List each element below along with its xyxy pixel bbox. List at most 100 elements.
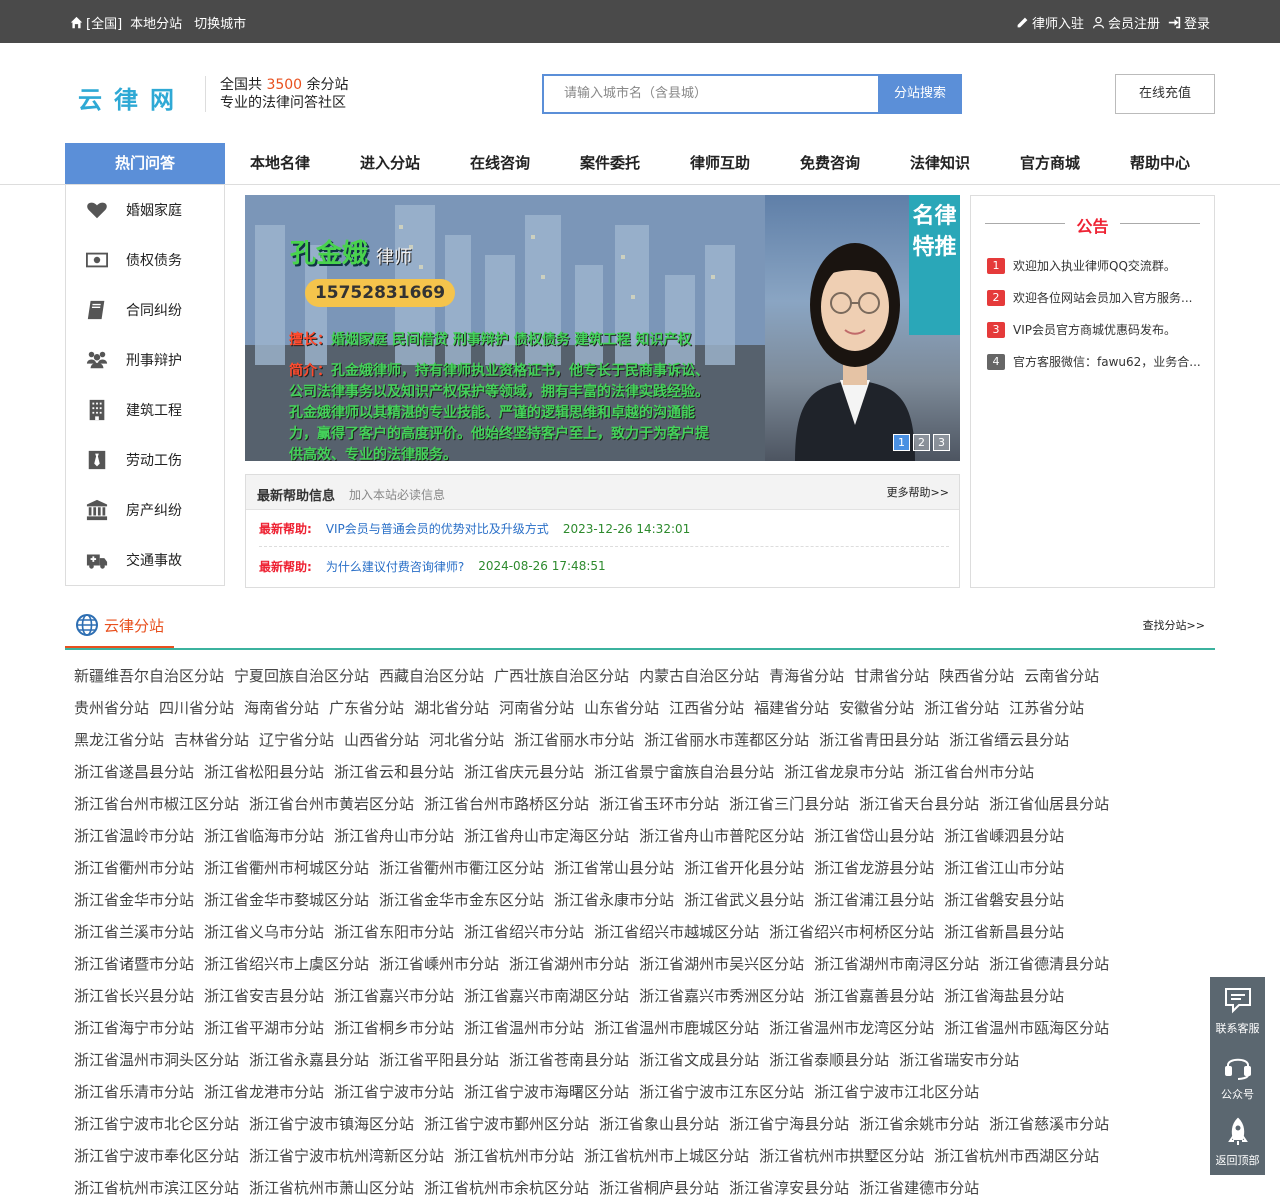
station-link[interactable]: 浙江省海宁市分站 bbox=[74, 1012, 194, 1044]
station-link[interactable]: 海南省分站 bbox=[244, 692, 319, 724]
station-link[interactable]: 浙江省金华市分站 bbox=[74, 884, 194, 916]
station-link[interactable]: 浙江省杭州市上城区分站 bbox=[584, 1140, 749, 1172]
station-link[interactable]: 浙江省杭州市西湖区分站 bbox=[934, 1140, 1099, 1172]
station-link[interactable]: 浙江省桐庐县分站 bbox=[599, 1172, 719, 1195]
station-link[interactable]: 浙江省绍兴市分站 bbox=[464, 916, 584, 948]
station-link[interactable]: 浙江省宁波市杭州湾新区分站 bbox=[249, 1140, 444, 1172]
category-traffic[interactable]: 交通事故 bbox=[66, 535, 224, 585]
station-link[interactable]: 广东省分站 bbox=[329, 692, 404, 724]
register-link[interactable]: 会员注册 bbox=[1092, 13, 1160, 32]
station-link[interactable]: 浙江省常山县分站 bbox=[554, 852, 674, 884]
station-link[interactable]: 浙江省杭州市拱墅区分站 bbox=[759, 1140, 924, 1172]
station-link[interactable]: 浙江省长兴县分站 bbox=[74, 980, 194, 1012]
back-to-top-button[interactable]: 返回顶部 bbox=[1210, 1109, 1265, 1175]
carousel-dot[interactable]: 3 bbox=[933, 434, 950, 451]
station-link[interactable]: 浙江省平阳县分站 bbox=[379, 1044, 499, 1076]
station-link[interactable]: 安徽省分站 bbox=[839, 692, 914, 724]
nav-item[interactable]: 本地名律 bbox=[225, 143, 335, 184]
station-link[interactable]: 山东省分站 bbox=[584, 692, 659, 724]
station-link[interactable]: 浙江省嘉兴市秀洲区分站 bbox=[639, 980, 804, 1012]
station-link[interactable]: 陕西省分站 bbox=[939, 660, 1014, 692]
station-link[interactable]: 浙江省丽水市莲都区分站 bbox=[644, 724, 809, 756]
station-link[interactable]: 浙江省象山县分站 bbox=[599, 1108, 719, 1140]
station-link[interactable]: 贵州省分站 bbox=[74, 692, 149, 724]
station-search-button[interactable]: 分站搜索 bbox=[878, 74, 962, 114]
station-link[interactable]: 浙江省浦江县分站 bbox=[814, 884, 934, 916]
nav-item[interactable]: 法律知识 bbox=[885, 143, 995, 184]
local-station-link[interactable]: 本地分站 bbox=[130, 13, 182, 32]
station-link[interactable]: 云南省分站 bbox=[1024, 660, 1099, 692]
station-link[interactable]: 浙江省嵊泗县分站 bbox=[944, 820, 1064, 852]
station-link[interactable]: 浙江省台州市路桥区分站 bbox=[424, 788, 589, 820]
station-link[interactable]: 浙江省文成县分站 bbox=[639, 1044, 759, 1076]
station-link[interactable]: 浙江省苍南县分站 bbox=[509, 1044, 629, 1076]
carousel-dot[interactable]: 1 bbox=[893, 434, 910, 451]
stations-tab[interactable]: 云律分站 bbox=[65, 604, 175, 648]
category-contract[interactable]: 合同纠纷 bbox=[66, 285, 224, 335]
station-link[interactable]: 浙江省杭州市余杭区分站 bbox=[424, 1172, 589, 1195]
station-link[interactable]: 浙江省玉环市分站 bbox=[599, 788, 719, 820]
station-link[interactable]: 浙江省台州市分站 bbox=[914, 756, 1034, 788]
station-link[interactable]: 浙江省缙云县分站 bbox=[949, 724, 1069, 756]
station-link[interactable]: 浙江省龙港市分站 bbox=[204, 1076, 324, 1108]
notice-item[interactable]: 1 欢迎加入执业律师QQ交流群。 bbox=[987, 257, 1202, 274]
category-property[interactable]: 房产纠纷 bbox=[66, 485, 224, 535]
station-link[interactable]: 浙江省温州市瓯海区分站 bbox=[944, 1012, 1109, 1044]
find-station-link[interactable]: 查找分站>> bbox=[1143, 617, 1205, 633]
station-link[interactable]: 浙江省湖州市分站 bbox=[509, 948, 629, 980]
station-link[interactable]: 江西省分站 bbox=[669, 692, 744, 724]
station-link[interactable]: 浙江省泰顺县分站 bbox=[769, 1044, 889, 1076]
station-link[interactable]: 江苏省分站 bbox=[1009, 692, 1084, 724]
category-marriage[interactable]: 婚姻家庭 bbox=[66, 185, 224, 235]
station-link[interactable]: 吉林省分站 bbox=[174, 724, 249, 756]
station-link[interactable]: 浙江省岱山县分站 bbox=[814, 820, 934, 852]
station-link[interactable]: 浙江省东阳市分站 bbox=[334, 916, 454, 948]
station-link[interactable]: 浙江省舟山市定海区分站 bbox=[464, 820, 629, 852]
station-link[interactable]: 浙江省宁波市奉化区分站 bbox=[74, 1140, 239, 1172]
lawyer-join-link[interactable]: 律师入驻 bbox=[1016, 13, 1084, 32]
station-link[interactable]: 浙江省杭州市分站 bbox=[454, 1140, 574, 1172]
category-debt[interactable]: 债权债务 bbox=[66, 235, 224, 285]
station-link[interactable]: 浙江省新昌县分站 bbox=[944, 916, 1064, 948]
station-link[interactable]: 浙江省舟山市普陀区分站 bbox=[639, 820, 804, 852]
station-link[interactable]: 浙江省武义县分站 bbox=[684, 884, 804, 916]
station-link[interactable]: 浙江省三门县分站 bbox=[729, 788, 849, 820]
station-link[interactable]: 浙江省宁波市分站 bbox=[334, 1076, 454, 1108]
station-link[interactable]: 浙江省仙居县分站 bbox=[989, 788, 1109, 820]
station-link[interactable]: 宁夏回族自治区分站 bbox=[234, 660, 369, 692]
station-link[interactable]: 浙江省慈溪市分站 bbox=[989, 1108, 1109, 1140]
nav-item[interactable]: 律师互助 bbox=[665, 143, 775, 184]
station-link[interactable]: 河南省分站 bbox=[499, 692, 574, 724]
station-link[interactable]: 浙江省舟山市分站 bbox=[334, 820, 454, 852]
featured-lawyer-banner[interactable]: 孔金娥 律师 15752831669 擅长：婚姻家庭 民间借贷 刑事辩护 债权债… bbox=[245, 195, 960, 461]
station-link[interactable]: 山西省分站 bbox=[344, 724, 419, 756]
station-link[interactable]: 浙江省宁波市海曙区分站 bbox=[464, 1076, 629, 1108]
station-link[interactable]: 浙江省桐乡市分站 bbox=[334, 1012, 454, 1044]
nav-hot-qa[interactable]: 热门问答 bbox=[65, 143, 225, 184]
station-link[interactable]: 浙江省杭州市萧山区分站 bbox=[249, 1172, 414, 1195]
station-link[interactable]: 浙江省宁波市江北区分站 bbox=[814, 1076, 979, 1108]
station-link[interactable]: 浙江省临海市分站 bbox=[204, 820, 324, 852]
station-link[interactable]: 浙江省宁波市江东区分站 bbox=[639, 1076, 804, 1108]
station-link[interactable]: 浙江省余姚市分站 bbox=[859, 1108, 979, 1140]
contact-service-button[interactable]: 联系客服 bbox=[1210, 977, 1265, 1043]
station-link[interactable]: 浙江省湖州市南浔区分站 bbox=[814, 948, 979, 980]
station-link[interactable]: 广西壮族自治区分站 bbox=[494, 660, 629, 692]
station-link[interactable]: 浙江省宁波市北仑区分站 bbox=[74, 1108, 239, 1140]
station-link[interactable]: 浙江省金华市婺城区分站 bbox=[204, 884, 369, 916]
station-link[interactable]: 新疆维吾尔自治区分站 bbox=[74, 660, 224, 692]
station-link[interactable]: 浙江省瑞安市分站 bbox=[899, 1044, 1019, 1076]
category-labor[interactable]: 劳动工伤 bbox=[66, 435, 224, 485]
station-link[interactable]: 浙江省嵊州市分站 bbox=[379, 948, 499, 980]
nav-item[interactable]: 进入分站 bbox=[335, 143, 445, 184]
help-link[interactable]: 为什么建议付费咨询律师? bbox=[326, 558, 464, 575]
recharge-button[interactable]: 在线充值 bbox=[1115, 74, 1215, 114]
station-link[interactable]: 浙江省永嘉县分站 bbox=[249, 1044, 369, 1076]
city-search-input[interactable]: 请输入城市名（含县城） bbox=[542, 74, 878, 114]
station-link[interactable]: 浙江省嘉兴市南湖区分站 bbox=[464, 980, 629, 1012]
station-link[interactable]: 浙江省平湖市分站 bbox=[204, 1012, 324, 1044]
station-link[interactable]: 浙江省江山市分站 bbox=[944, 852, 1064, 884]
station-link[interactable]: 浙江省龙泉市分站 bbox=[784, 756, 904, 788]
station-link[interactable]: 浙江省兰溪市分站 bbox=[74, 916, 194, 948]
station-link[interactable]: 浙江省龙游县分站 bbox=[814, 852, 934, 884]
